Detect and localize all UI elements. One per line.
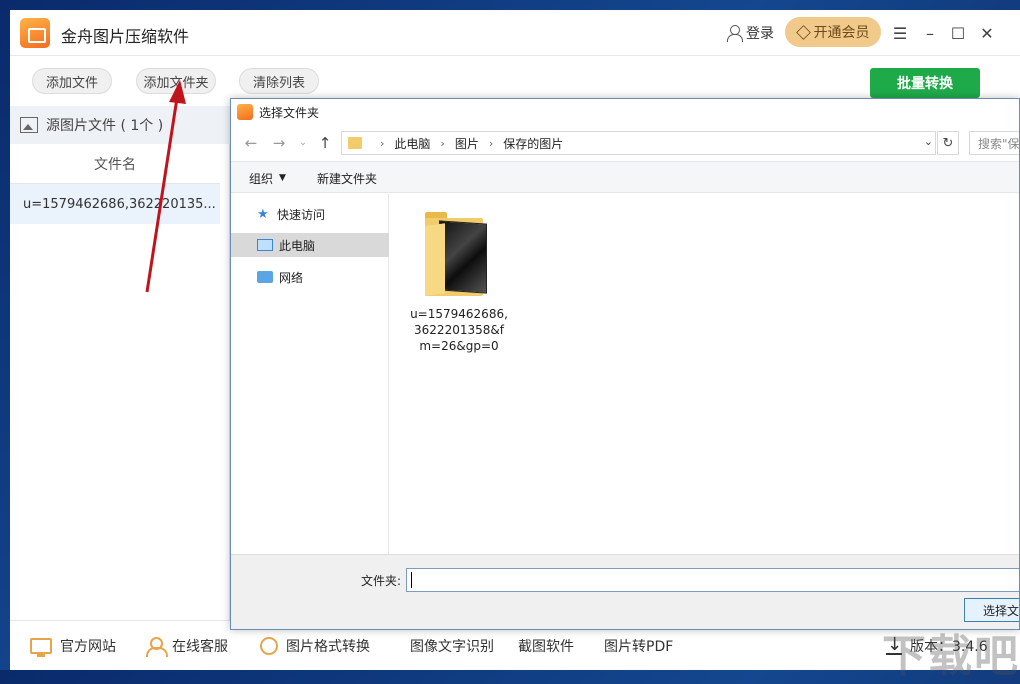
navigation-pane: ★ 快速访问 此电脑 网络 bbox=[231, 194, 389, 554]
dialog-title: 选择文件夹 bbox=[259, 105, 320, 120]
batch-convert-button[interactable]: 批量转换 bbox=[870, 68, 980, 98]
chevron-down-icon[interactable]: ⌄ bbox=[924, 135, 933, 148]
official-site-label: 官方网站 bbox=[60, 639, 116, 655]
minimize-icon[interactable]: – bbox=[920, 23, 940, 43]
nav-item-label: 网络 bbox=[279, 270, 304, 285]
source-file-panel: 源图片文件 ( 1个 ) 文件名 u=1579462686,362220135.… bbox=[10, 106, 230, 620]
login-label: 登录 bbox=[746, 26, 774, 42]
online-service-link[interactable]: 在线客服 bbox=[146, 621, 228, 671]
search-input[interactable]: 搜索"保存的图片" bbox=[969, 131, 1019, 155]
maximize-icon[interactable]: ☐ bbox=[948, 23, 968, 43]
clear-list-button[interactable]: 清除列表 bbox=[239, 68, 319, 94]
image-folder-icon bbox=[425, 212, 491, 298]
back-arrow-icon[interactable]: ← bbox=[241, 133, 261, 153]
forward-arrow-icon[interactable]: → bbox=[269, 133, 289, 153]
breadcrumb-item[interactable]: 保存的图片 bbox=[503, 135, 563, 152]
diamond-icon bbox=[795, 24, 811, 40]
crumb-separator-icon: › bbox=[380, 136, 385, 150]
star-icon: ★ bbox=[257, 206, 269, 222]
source-header-label: 源图片文件 ( 1个 ) bbox=[46, 118, 164, 134]
nav-item-quick-access[interactable]: ★ 快速访问 bbox=[231, 202, 389, 226]
convert-icon bbox=[260, 637, 278, 655]
breadcrumb-item[interactable]: 图片 bbox=[455, 135, 479, 152]
source-header: 源图片文件 ( 1个 ) bbox=[10, 106, 230, 144]
vip-label: 开通会员 bbox=[813, 25, 870, 41]
official-site-link[interactable]: 官方网站 bbox=[30, 621, 116, 671]
nav-item-network[interactable]: 网络 bbox=[231, 265, 389, 289]
refresh-icon[interactable]: ↻ bbox=[937, 131, 959, 155]
column-header-filename[interactable]: 文件名 bbox=[10, 144, 220, 184]
crumb-separator-icon: › bbox=[440, 136, 445, 150]
watermark: 下载吧 bbox=[882, 631, 1020, 682]
user-icon bbox=[726, 25, 743, 42]
text-caret bbox=[411, 572, 412, 588]
menu-icon[interactable]: ☰ bbox=[890, 23, 910, 43]
network-icon bbox=[257, 271, 273, 283]
monitor-icon bbox=[30, 638, 52, 657]
add-folder-button[interactable]: 添加文件夹 bbox=[136, 68, 216, 94]
format-convert-label: 图片格式转换 bbox=[286, 639, 370, 655]
online-service-label: 在线客服 bbox=[172, 639, 228, 655]
folder-input[interactable] bbox=[406, 568, 1019, 592]
recent-chevron-icon[interactable]: ⌄ bbox=[293, 133, 313, 153]
up-arrow-icon[interactable]: ↑ bbox=[315, 133, 335, 153]
file-row[interactable]: u=1579462686,362220135... bbox=[10, 184, 220, 224]
dialog-logo-icon bbox=[237, 104, 253, 120]
vip-button[interactable]: 开通会员 bbox=[785, 17, 881, 47]
close-icon[interactable]: ✕ bbox=[977, 23, 997, 43]
dropdown-arrow-icon: ▼ bbox=[279, 173, 286, 183]
breadcrumb-item[interactable]: 此电脑 bbox=[394, 135, 430, 152]
organize-label: 组织 bbox=[249, 171, 274, 186]
title-bar: 金舟图片压缩软件 登录 开通会员 ☰ – ☐ ✕ bbox=[10, 10, 1020, 56]
nav-item-label: 快速访问 bbox=[277, 207, 326, 222]
folder-icon bbox=[348, 137, 362, 149]
select-folder-button[interactable]: 选择文件夹 bbox=[964, 598, 1019, 622]
dialog-footer: 文件夹: 选择文件夹 bbox=[231, 554, 1019, 629]
command-bar: 组织 ▼ 新建文件夹 bbox=[231, 161, 1019, 194]
nav-item-this-pc[interactable]: 此电脑 bbox=[231, 233, 389, 257]
nav-bar: ← → ⌄ ↑ › 此电脑 › 图片 › 保存的图片 ⌄ ↻ 搜索"保存的图片" bbox=[231, 129, 1019, 157]
login-button[interactable]: 登录 bbox=[726, 23, 774, 43]
crumb-separator-icon: › bbox=[488, 136, 494, 150]
person-icon bbox=[146, 637, 168, 657]
computer-icon bbox=[257, 239, 273, 251]
organize-button[interactable]: 组织 ▼ bbox=[249, 162, 286, 194]
folder-field-label: 文件夹: bbox=[361, 574, 402, 588]
address-bar[interactable]: › 此电脑 › 图片 › 保存的图片 ⌄ bbox=[341, 131, 936, 155]
app-title: 金舟图片压缩软件 bbox=[61, 27, 190, 46]
nav-item-label: 此电脑 bbox=[279, 238, 316, 253]
folder-name: u=1579462686,3622201358&fm=26&gp=0 bbox=[410, 307, 508, 353]
file-content-area: u=1579462686,3622201358&fm=26&gp=0 bbox=[389, 194, 1019, 554]
add-file-button[interactable]: 添加文件 bbox=[32, 68, 112, 94]
new-folder-button[interactable]: 新建文件夹 bbox=[317, 162, 377, 194]
app-logo-icon bbox=[20, 18, 50, 48]
image-icon bbox=[20, 117, 38, 133]
select-folder-dialog: 选择文件夹 ← → ⌄ ↑ › 此电脑 › 图片 › 保存的图片 ⌄ ↻ 搜索"… bbox=[230, 98, 1020, 630]
dialog-title-bar: 选择文件夹 bbox=[231, 99, 1019, 125]
